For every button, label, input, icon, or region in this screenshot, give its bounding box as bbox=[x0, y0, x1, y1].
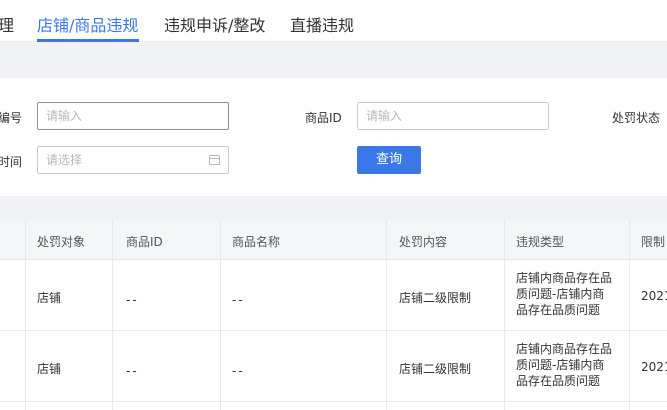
cell-content: 店铺二级限制 bbox=[399, 362, 472, 376]
section-divider bbox=[0, 42, 667, 78]
column-header: 商品名称 bbox=[232, 235, 281, 249]
violation-table: 处罚对象 商品ID 商品名称 处罚内容 违规类型 限制 店铺 -- -- 店铺二… bbox=[0, 220, 667, 410]
column-header: 违规类型 bbox=[516, 235, 565, 249]
cell-product-id: -- bbox=[126, 293, 139, 307]
table-row[interactable]: 店铺 -- -- 店铺二级限制 店铺内商品存在品质问题-店铺内商品存在品质问题 … bbox=[0, 331, 667, 402]
product-id-input[interactable]: 请输入 bbox=[357, 102, 549, 130]
cell-product-name: -- bbox=[232, 364, 245, 378]
date-picker[interactable]: 请选择 bbox=[37, 146, 229, 174]
filter-label-number: 编号 bbox=[0, 111, 23, 125]
cell-limit: 2021 bbox=[641, 289, 667, 303]
column-header: 限制 bbox=[641, 235, 666, 249]
calendar-icon bbox=[209, 155, 220, 165]
cell-violation-type: 店铺内商品存在品质问题-店铺内商品存在品质问题 bbox=[516, 342, 613, 388]
query-button[interactable]: 查询 bbox=[357, 146, 421, 174]
column-header: 商品ID bbox=[126, 235, 163, 249]
penalty-status-label: 处罚状态 bbox=[612, 111, 661, 125]
cell-content: 店铺二级限制 bbox=[399, 291, 472, 305]
column-header: 处罚对象 bbox=[37, 235, 86, 249]
tab-store-product-violation[interactable]: 店铺/商品违规 bbox=[37, 12, 138, 36]
date-placeholder: 请选择 bbox=[46, 153, 83, 167]
tab-bar: 理 店铺/商品违规 违规申诉/整改 直播违规 bbox=[0, 0, 667, 42]
column-header: 处罚内容 bbox=[399, 235, 448, 249]
cell-target: 店铺 bbox=[37, 362, 62, 376]
tab-appeal-rectification[interactable]: 违规申诉/整改 bbox=[164, 12, 265, 36]
cell-product-id: -- bbox=[126, 364, 139, 378]
tab-partial[interactable]: 理 bbox=[0, 12, 14, 36]
number-input[interactable]: 请输入 bbox=[37, 102, 229, 130]
product-id-label: 商品ID bbox=[305, 111, 342, 125]
cell-product-name: -- bbox=[232, 293, 245, 307]
filter-label-time: 时间 bbox=[0, 155, 23, 169]
section-divider bbox=[0, 196, 667, 220]
table-row[interactable]: 店铺 -- -- 店铺二级限制 店铺内商品存在品质问题-店铺内商品存在品质问题 … bbox=[0, 260, 667, 331]
cell-violation-type: 店铺内商品存在品质问题-店铺内商品存在品质问题 bbox=[516, 271, 613, 317]
cell-limit: 2021 bbox=[641, 360, 667, 374]
table-header: 处罚对象 商品ID 商品名称 处罚内容 违规类型 限制 bbox=[0, 220, 667, 260]
tab-live-violation[interactable]: 直播违规 bbox=[290, 12, 354, 36]
cell-target: 店铺 bbox=[37, 291, 62, 305]
filter-panel: 编号 请输入 商品ID 请输入 处罚状态 时间 请选择 查询 bbox=[0, 78, 667, 196]
